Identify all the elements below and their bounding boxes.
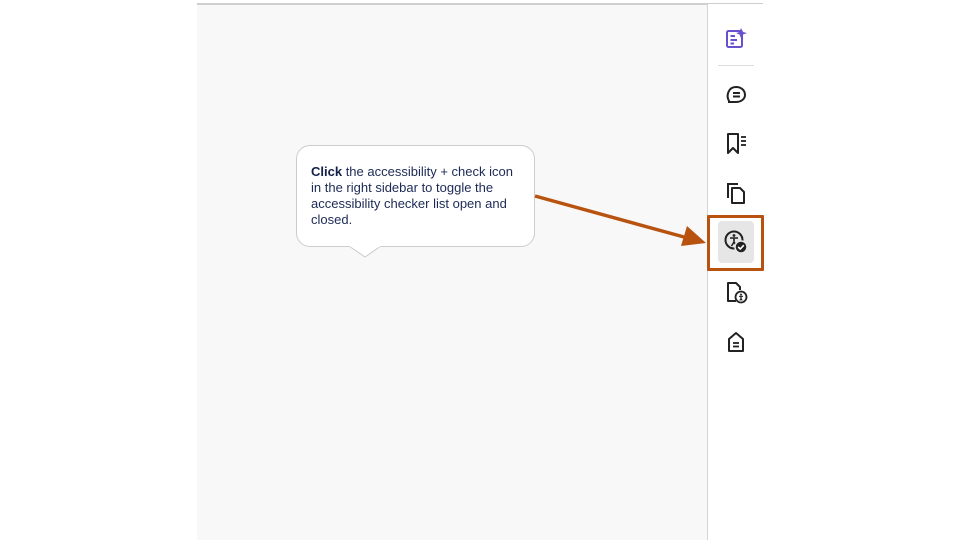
pointer-arrow <box>534 194 706 246</box>
screen: Click the accessibility + check icon in … <box>0 0 960 540</box>
